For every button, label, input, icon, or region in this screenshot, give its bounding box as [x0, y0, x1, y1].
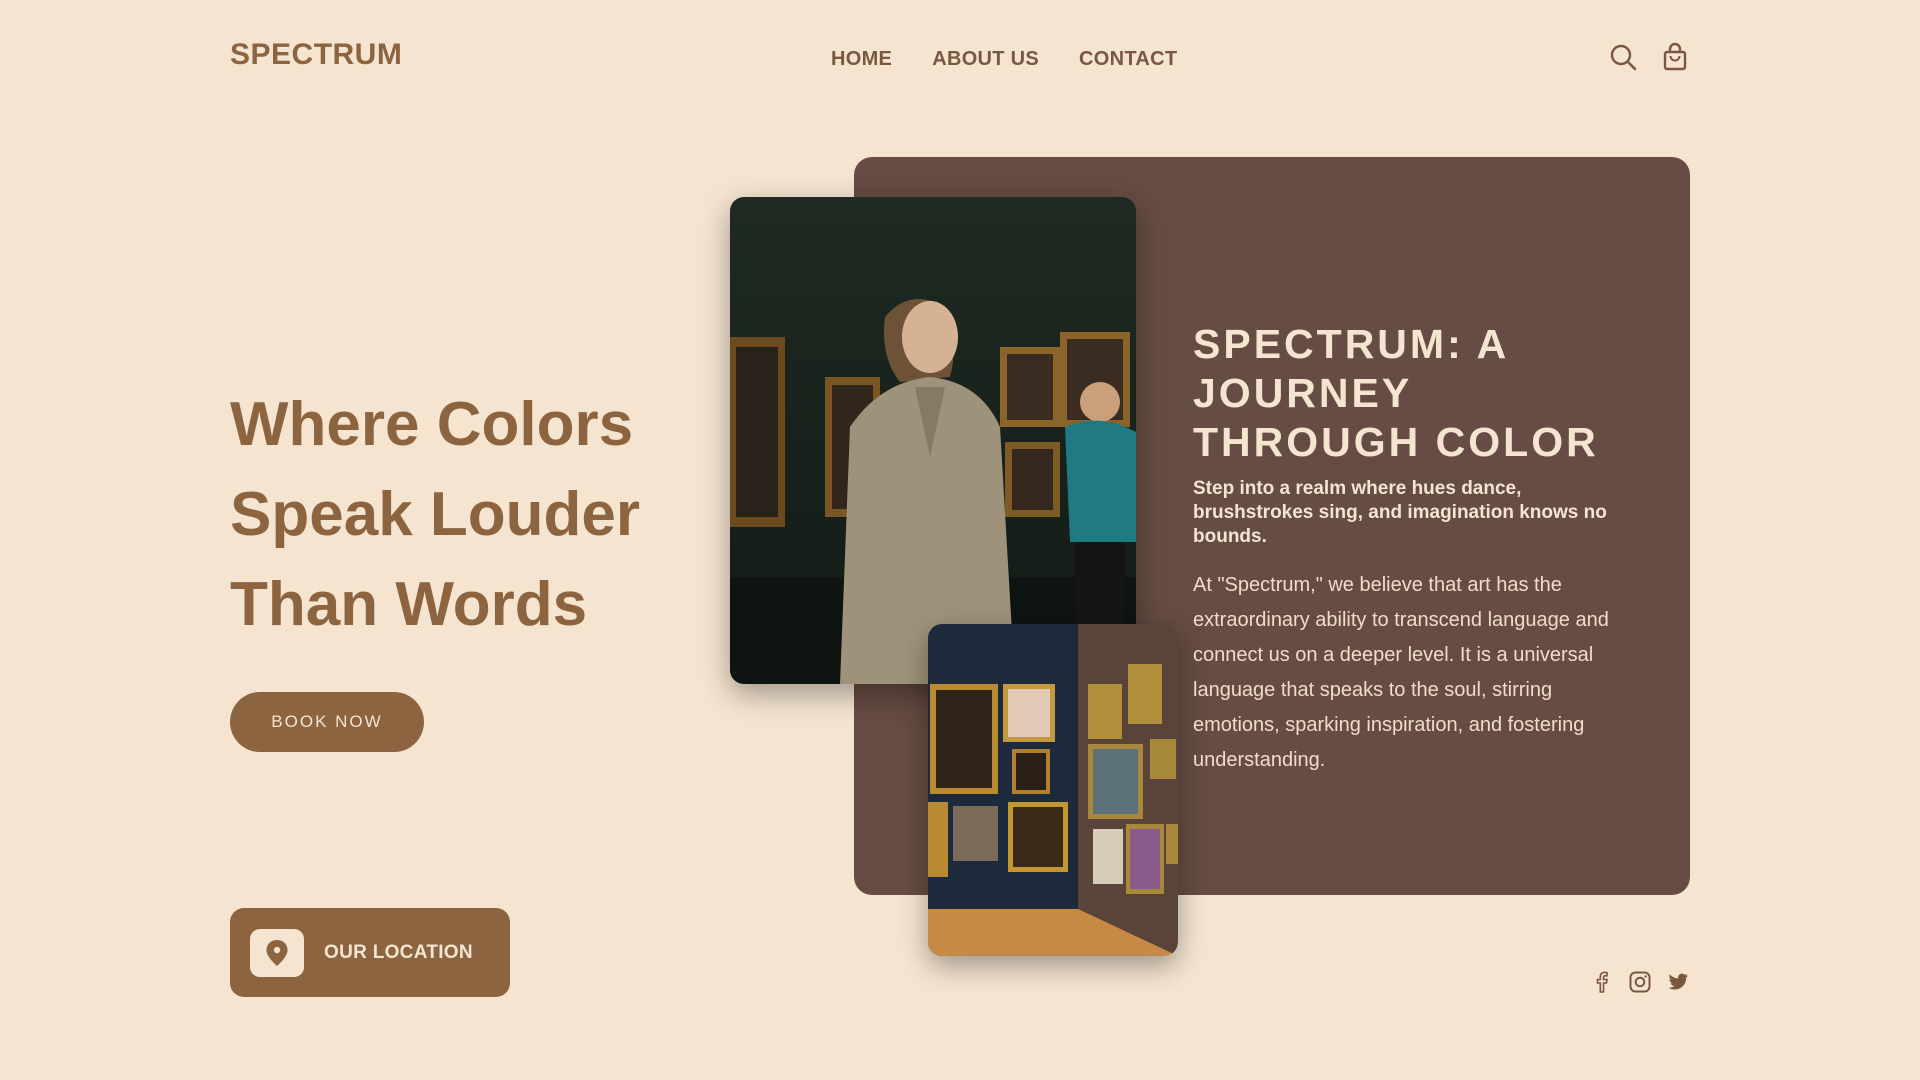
book-now-button[interactable]: BOOK NOW: [230, 692, 424, 752]
main-nav: HOME ABOUT US CONTACT: [831, 48, 1177, 71]
gallery-room-photo: [928, 624, 1178, 956]
search-icon[interactable]: [1608, 42, 1638, 72]
our-location-button[interactable]: OUR LOCATION: [230, 908, 510, 997]
shopping-bag-icon[interactable]: [1660, 42, 1690, 72]
hero-title: Where Colors Speak Louder Than Words: [230, 380, 730, 650]
location-pin-icon: [250, 928, 304, 977]
feature-body: At "Spectrum," we believe that art has t…: [1193, 574, 1609, 771]
header-actions: [1608, 42, 1690, 72]
facebook-icon[interactable]: [1590, 970, 1614, 994]
nav-item-home[interactable]: HOME: [831, 48, 892, 71]
hero-title-line-3: Than Words: [230, 570, 588, 639]
hero-title-line-2: Speak Louder: [230, 480, 640, 549]
hero-title-line-1: Where Colors: [230, 390, 634, 459]
page: SPECTRUM HOME ABOUT US CONTACT Where Col…: [0, 0, 1920, 1080]
twitter-icon[interactable]: [1666, 970, 1690, 994]
our-location-label: OUR LOCATION: [324, 941, 473, 963]
social-links: [1590, 970, 1690, 994]
feature-title: SPECTRUM: A JOURNEY THROUGH COLOR: [1193, 321, 1599, 465]
gallery-visitor-photo: [730, 197, 1136, 684]
feature-subtitle: Step into a realm where hues dance, brus…: [1193, 478, 1607, 547]
nav-item-about-us[interactable]: ABOUT US: [932, 48, 1039, 71]
brand-logo[interactable]: SPECTRUM: [230, 38, 402, 72]
instagram-icon[interactable]: [1628, 970, 1652, 994]
nav-item-contact[interactable]: CONTACT: [1079, 48, 1177, 71]
